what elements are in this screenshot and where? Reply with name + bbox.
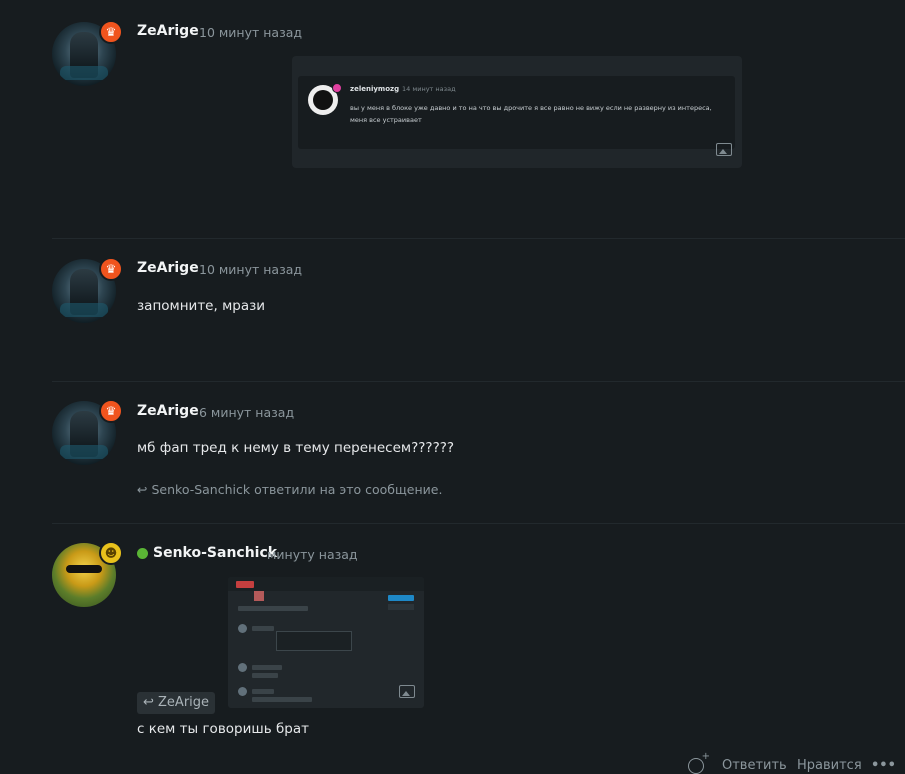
embedded-post[interactable]: zeleniymozg 14 минут назад вы у меня в б…: [292, 56, 742, 168]
timestamp[interactable]: 10 минут назад: [199, 25, 302, 40]
screenshot-embed: [276, 631, 352, 651]
attached-screenshot[interactable]: [228, 577, 424, 708]
message: ♛ ZeArige 10 минут назад zeleniymozg 14 …: [0, 0, 905, 238]
more-options-button[interactable]: •••: [871, 758, 896, 773]
reply-arrow-icon: ↩: [137, 482, 148, 497]
image-icon[interactable]: [399, 685, 415, 698]
screenshot-header: [228, 577, 424, 591]
reply-arrow-icon: ↩: [143, 695, 159, 710]
message-text: запомните, мрази: [137, 298, 266, 314]
replied-text: Senko-Sanchick ответили на это сообщение…: [151, 482, 443, 497]
replied-notice[interactable]: ↩ Senko-Sanchick ответили на это сообщени…: [137, 482, 442, 497]
online-indicator: [137, 548, 148, 559]
screenshot-logo: [236, 581, 254, 588]
screenshot-avatar: [238, 663, 247, 672]
embed-author: zeleniymozg: [350, 85, 400, 93]
message-text: мб фап тред к нему в тему перенесем?????…: [137, 440, 455, 456]
trophy-icon: ♛: [99, 20, 123, 44]
message: ☻ Senko-Sanchick минуту назад: [0, 523, 905, 772]
embed-content: zeleniymozg 14 минут назад вы у меня в б…: [298, 76, 735, 149]
reply-button[interactable]: Ответить: [722, 758, 787, 773]
author-name[interactable]: Senko-Sanchick: [153, 545, 277, 561]
screenshot-line: [252, 673, 278, 678]
embed-time: 14 минут назад: [402, 85, 456, 93]
timestamp[interactable]: минуту назад: [267, 547, 358, 562]
message-text: с кем ты говоришь брат: [137, 721, 310, 737]
author-name[interactable]: ZeArige: [137, 260, 199, 276]
timestamp[interactable]: 10 минут назад: [199, 262, 302, 277]
timestamp[interactable]: 6 минут назад: [199, 405, 294, 420]
embed-badge-icon: [332, 83, 342, 93]
screenshot-line: [252, 665, 282, 670]
author-name[interactable]: ZeArige: [137, 23, 199, 39]
embed-text: вы у меня в блоке уже давно и то на что …: [350, 104, 712, 124]
screenshot-button: [388, 595, 414, 601]
like-button[interactable]: Нравится: [797, 758, 862, 773]
screenshot-thumb: [254, 591, 264, 601]
message: ♛ ZeArige 6 минут назад мб фап тред к не…: [0, 381, 905, 523]
screenshot-avatar: [238, 624, 247, 633]
screenshot-sidebar: [388, 604, 414, 610]
reply-quote-chip[interactable]: ↩ ZeArige: [137, 692, 216, 714]
screenshot-line: [252, 697, 312, 702]
reply-to-author: ZeArige: [158, 695, 210, 710]
skull-icon: ☻: [99, 541, 123, 565]
trophy-icon: ♛: [99, 257, 123, 281]
image-icon[interactable]: [716, 143, 732, 156]
message: ♛ ZeArige 10 минут назад запомните, мраз…: [0, 238, 905, 381]
trophy-icon: ♛: [99, 399, 123, 423]
screenshot-line: [252, 689, 274, 694]
screenshot-line: [252, 626, 274, 631]
screenshot-avatar: [238, 687, 247, 696]
screenshot-line: [238, 606, 308, 611]
author-name[interactable]: ZeArige: [137, 403, 199, 419]
